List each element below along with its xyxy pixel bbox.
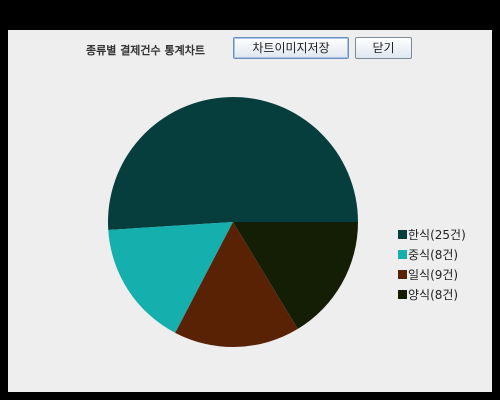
- legend-swatch: [398, 269, 407, 279]
- legend-swatch: [398, 229, 407, 239]
- chart-legend: 한식(25건) 중식(8건) 일식(9건) 양식(8건): [398, 224, 466, 304]
- legend-label: 양식(8건): [408, 287, 459, 302]
- legend-item: 일식(9건): [398, 264, 466, 284]
- legend-label: 일식(9건): [408, 267, 459, 282]
- legend-swatch: [398, 289, 407, 299]
- pie-chart: [108, 97, 358, 348]
- legend-item: 한식(25건): [398, 224, 466, 244]
- chart-window: 종류별 결제건수 통계차트 차트이미지저장 닫기 한식(25건) 중식(8건) …: [8, 30, 492, 392]
- legend-label: 중식(8건): [408, 247, 459, 262]
- legend-label: 한식(25건): [408, 227, 466, 242]
- legend-item: 중식(8건): [398, 244, 466, 264]
- legend-swatch: [398, 249, 407, 259]
- legend-item: 양식(8건): [398, 284, 466, 304]
- pie-slice-1: [108, 97, 358, 231]
